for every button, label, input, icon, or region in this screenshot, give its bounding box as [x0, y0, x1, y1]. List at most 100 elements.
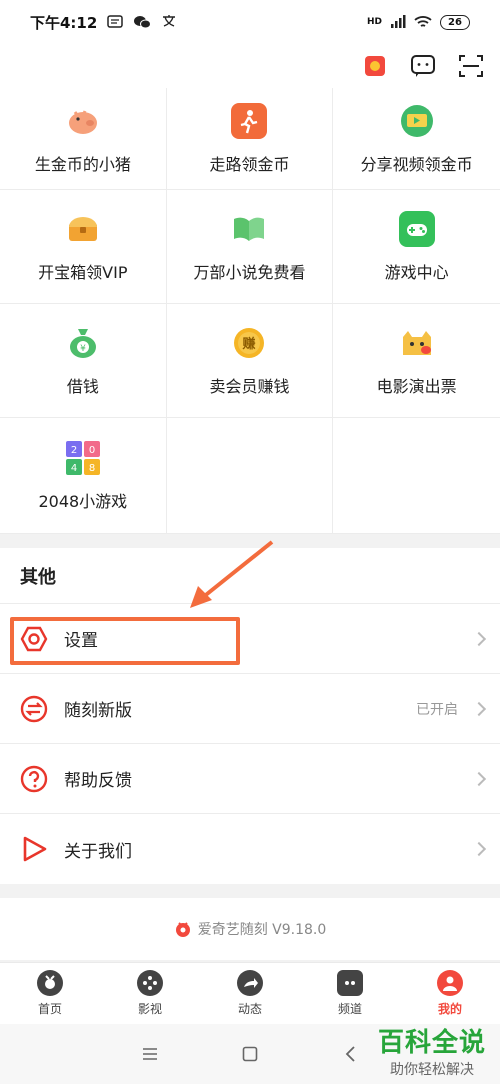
tab-label: 影视: [137, 1002, 162, 1016]
message-button[interactable]: [410, 53, 436, 79]
red-envelope-icon: [365, 56, 385, 76]
grid-item-label: 游戏中心: [384, 262, 449, 282]
menu-icon: [143, 1048, 157, 1060]
row-label: 随刻新版: [64, 701, 132, 721]
tab-feed[interactable]: 动态: [200, 963, 300, 1024]
tab-home[interactable]: 首页: [0, 963, 100, 1024]
tab-label: 我的: [437, 1002, 462, 1016]
iqiyi-logo-icon: [175, 922, 190, 937]
grid-item-label: 分享视频领金币: [360, 154, 473, 174]
settings-row[interactable]: 设置: [0, 604, 500, 674]
grid-item-movie-ticket[interactable]: 电影演出票: [333, 304, 500, 418]
grid-item-label: 2048小游戏: [38, 491, 128, 511]
profile-icon: [437, 970, 463, 996]
tab-channel[interactable]: 频道: [300, 963, 400, 1024]
signal-icon: [391, 15, 406, 28]
switch-icon: [20, 695, 48, 723]
grid-item-label: 万部小说免费看: [193, 262, 306, 282]
red-envelope-button[interactable]: [362, 53, 388, 79]
treasure-chest-icon: [65, 211, 101, 247]
version-info: 爱奇艺随刻 V9.18.0: [0, 898, 500, 960]
grid-item-label: 生金币的小猪: [34, 154, 131, 174]
grid-empty-cell: [166, 418, 334, 534]
svg-text:¥: ¥: [80, 344, 86, 354]
home-nav-button[interactable]: [240, 1044, 260, 1064]
hd-signal-label: HD: [366, 17, 382, 27]
grid-item-label: 卖会员赚钱: [209, 376, 290, 396]
grid-item-loan[interactable]: ¥ 借钱: [0, 304, 167, 418]
chevron-right-icon: [471, 771, 487, 786]
other-section: 其他 设置 随刻新版 已开启 帮助反馈 关于我们: [0, 548, 500, 884]
book-icon: [231, 211, 267, 247]
game-2048-icon: 2048: [65, 440, 101, 476]
tab-profile[interactable]: 我的: [400, 963, 500, 1024]
wechat-icon: [134, 16, 152, 29]
version-text: 爱奇艺随刻 V9.18.0: [197, 922, 327, 938]
bottom-tab-bar: 首页 影视 动态 频道 我的: [0, 962, 500, 1024]
play-icon: [20, 835, 48, 863]
grid-item-novel[interactable]: 万部小说免费看: [166, 190, 334, 304]
svg-text:2: 2: [71, 445, 77, 456]
money-bag-icon: ¥: [65, 325, 101, 361]
grid-item-walk[interactable]: 走路领金币: [166, 88, 334, 190]
new-version-row[interactable]: 随刻新版 已开启: [0, 674, 500, 744]
tab-movies[interactable]: 影视: [100, 963, 200, 1024]
share-arrow-icon: [237, 970, 263, 996]
grid-item-pig[interactable]: 生金币的小猪: [0, 88, 167, 190]
chat-bubble-icon: [411, 55, 435, 77]
tv-icon: [37, 970, 63, 996]
walking-icon: [231, 102, 268, 139]
row-label: 设置: [64, 631, 98, 651]
grid-item-share-video[interactable]: 分享视频领金币: [333, 88, 500, 190]
tab-label: 首页: [37, 1002, 62, 1016]
grid-item-label: 走路领金币: [209, 154, 290, 174]
watermark-subtitle: 助你轻松解决: [389, 1062, 474, 1078]
watermark-title: 百科全说: [377, 1028, 486, 1058]
section-title: 其他: [0, 548, 500, 604]
grid-item-sell-vip[interactable]: 赚 卖会员赚钱: [166, 304, 334, 418]
wifi-icon: [414, 16, 432, 27]
translate-icon: [163, 15, 176, 27]
menu-nav-button[interactable]: [140, 1044, 160, 1064]
row-label: 帮助反馈: [64, 771, 132, 791]
chevron-right-icon: [471, 631, 487, 646]
svg-text:赚: 赚: [242, 336, 256, 352]
pig-icon: [65, 103, 101, 139]
square-home-icon: [242, 1046, 258, 1062]
tab-label: 动态: [237, 1002, 262, 1016]
battery-indicator: 26: [440, 14, 470, 30]
top-actions: [0, 44, 500, 88]
svg-text:8: 8: [89, 463, 95, 474]
back-icon: [345, 1046, 355, 1062]
help-feedback-row[interactable]: 帮助反馈: [0, 744, 500, 814]
tab-label: 频道: [337, 1002, 362, 1016]
message-icon: [107, 15, 124, 28]
row-status: 已开启: [416, 701, 458, 718]
grid-item-label: 借钱: [66, 376, 99, 396]
feature-grid: 生金币的小猪 走路领金币 分享视频领金币 开宝箱领VIP 万部小说免费看 游戏中…: [0, 88, 500, 534]
grid-item-game-center[interactable]: 游戏中心: [333, 190, 500, 304]
chevron-right-icon: [471, 701, 487, 716]
row-label: 关于我们: [64, 841, 132, 862]
scan-button[interactable]: [458, 53, 484, 79]
chevron-right-icon: [471, 841, 487, 857]
status-bar: 下午4:12 HD 26: [0, 0, 500, 44]
grid-empty-cell: [333, 418, 500, 534]
about-us-row[interactable]: 关于我们: [0, 814, 500, 884]
back-nav-button[interactable]: [340, 1044, 360, 1064]
watermark: 百科全说 助你轻松解决: [378, 1022, 486, 1079]
earn-coin-icon: 赚: [231, 325, 267, 361]
game-controller-icon: [398, 210, 435, 247]
grid-item-label: 开宝箱领VIP: [38, 262, 128, 282]
share-video-icon: [399, 103, 435, 139]
grid-item-2048[interactable]: 2048 2048小游戏: [0, 418, 167, 534]
scan-icon: [459, 55, 483, 77]
svg-text:4: 4: [71, 463, 77, 474]
grid-item-label: 电影演出票: [376, 376, 457, 396]
cat-ticket-icon: [399, 325, 435, 361]
status-time: 下午4:12: [30, 13, 98, 32]
channel-icon: [337, 970, 363, 996]
help-icon: [20, 765, 48, 793]
settings-icon: [20, 625, 48, 653]
grid-item-treasure[interactable]: 开宝箱领VIP: [0, 190, 167, 304]
